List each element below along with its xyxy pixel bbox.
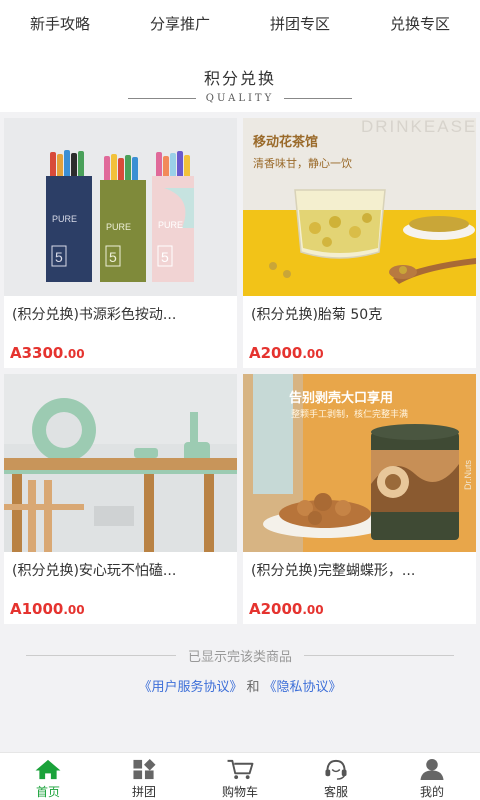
- tab-label: 首页: [35, 785, 60, 799]
- nav-newbie-guide[interactable]: 新手攻略: [0, 0, 120, 48]
- pens-photo[interactable]: PURE 5 PURE 5 PURE 5: [4, 118, 237, 296]
- product-grid: PURE 5 PURE 5 PURE 5 (积分兑换)书源彩色按动... A33…: [4, 118, 476, 624]
- table-edge-guard-photo[interactable]: [4, 374, 237, 552]
- user-agreement-link[interactable]: 《用户服务协议》: [138, 680, 242, 695]
- nav-group-buy[interactable]: 拼团专区: [240, 0, 360, 48]
- product-name[interactable]: (积分兑换)完整蝴蝶形，...: [251, 560, 461, 580]
- product-name[interactable]: (积分兑换)书源彩色按动...: [12, 304, 222, 324]
- end-notice-row: 已显示完该类商品: [0, 646, 480, 665]
- agreement-and: 和: [246, 680, 260, 695]
- price-decimal: .00: [302, 347, 324, 361]
- end-notice: 已显示完该类商品: [187, 650, 292, 665]
- section-subtitle-row: QUALITY: [0, 93, 480, 104]
- tab-cart[interactable]: 购物车: [192, 753, 288, 800]
- price-integer: A2000: [249, 600, 303, 618]
- table-illustration: [4, 374, 237, 552]
- walnut-subtitle: 整颗手工剥制，核仁完整丰满: [291, 408, 408, 420]
- pens-box-text: PURE: [52, 214, 77, 224]
- tea-title: 移动花茶馆: [253, 134, 318, 150]
- group-grid-icon: [133, 758, 156, 780]
- product-name[interactable]: (积分兑换)胎菊 50克: [251, 304, 461, 324]
- product-price: A3300.00: [10, 344, 85, 362]
- walnut-illustration: 告别剥壳大口享用 整颗手工剥制，核仁完整丰满 Dr.Nuts: [243, 374, 476, 552]
- product-card[interactable]: 告别剥壳大口享用 整颗手工剥制，核仁完整丰满 Dr.Nuts (积分兑换)完整蝴…: [243, 374, 476, 624]
- walnut-brand: Dr.Nuts: [463, 459, 473, 490]
- product-price: A2000.00: [249, 344, 324, 362]
- walnut-title: 告别剥壳大口享用: [289, 390, 393, 406]
- price-decimal: .00: [63, 603, 85, 617]
- svg-text:5: 5: [161, 249, 169, 265]
- product-card[interactable]: DRINKEASE 移动花茶馆 清香味甘，静心一饮 (积分兑换)胎菊 50克 A…: [243, 118, 476, 368]
- divider-line: [127, 98, 196, 99]
- privacy-link[interactable]: 《隐私协议》: [264, 680, 342, 695]
- agreement-row: 《用户服务协议》和《隐私协议》: [0, 676, 480, 695]
- tab-label: 客服: [323, 785, 348, 799]
- divider-line: [25, 655, 176, 656]
- price-integer: A3300: [10, 344, 64, 362]
- price-decimal: .00: [302, 603, 324, 617]
- product-card[interactable]: PURE 5 PURE 5 PURE 5 (积分兑换)书源彩色按动... A33…: [4, 118, 237, 368]
- divider-line: [304, 655, 454, 656]
- walnuts-photo[interactable]: 告别剥壳大口享用 整颗手工剥制，核仁完整丰满 Dr.Nuts: [243, 374, 476, 552]
- top-nav: 新手攻略 分享推广 拼团专区 兑换专区: [0, 0, 480, 48]
- svg-text:PURE: PURE: [158, 220, 183, 230]
- tea-illustration: DRINKEASE 移动花茶馆 清香味甘，静心一饮: [243, 118, 476, 296]
- tea-subtitle: 清香味甘，静心一饮: [253, 156, 352, 170]
- home-icon: [35, 759, 61, 780]
- price-integer: A2000: [249, 344, 303, 362]
- tab-group[interactable]: 拼团: [96, 753, 192, 800]
- section-header: 积分兑换 QUALITY: [0, 48, 480, 112]
- svg-text:PURE: PURE: [106, 222, 131, 232]
- nav-share-promote[interactable]: 分享推广: [120, 0, 240, 48]
- tab-mine[interactable]: 我的: [384, 753, 480, 800]
- section-title: 积分兑换: [203, 69, 276, 88]
- tab-service[interactable]: 客服: [288, 753, 384, 800]
- svg-text:5: 5: [55, 249, 63, 265]
- pens-illustration: PURE 5 PURE 5 PURE 5: [4, 118, 237, 296]
- product-name[interactable]: (积分兑换)安心玩不怕磕...: [12, 560, 222, 580]
- svg-text:5: 5: [109, 249, 117, 265]
- price-integer: A1000: [10, 600, 64, 618]
- product-card[interactable]: (积分兑换)安心玩不怕磕... A1000.00: [4, 374, 237, 624]
- user-icon: [420, 758, 444, 781]
- tab-label: 购物车: [221, 785, 258, 799]
- tea-watermark: DRINKEASE: [361, 118, 476, 136]
- chrysanthemum-tea-photo[interactable]: DRINKEASE 移动花茶馆 清香味甘，静心一饮: [243, 118, 476, 296]
- divider-line: [284, 98, 353, 99]
- section-subtitle: QUALITY: [205, 93, 275, 104]
- tab-label: 拼团: [131, 785, 156, 799]
- tab-home[interactable]: 首页: [0, 753, 96, 800]
- bottom-tabbar: 首页 拼团 购物车 客服 我的: [0, 752, 480, 800]
- product-price: A2000.00: [249, 600, 324, 618]
- tab-label: 我的: [419, 785, 444, 799]
- product-price: A1000.00: [10, 600, 85, 618]
- cart-icon: [227, 759, 254, 780]
- price-decimal: .00: [63, 347, 85, 361]
- headset-icon: [325, 759, 347, 780]
- nav-exchange[interactable]: 兑换专区: [360, 0, 480, 48]
